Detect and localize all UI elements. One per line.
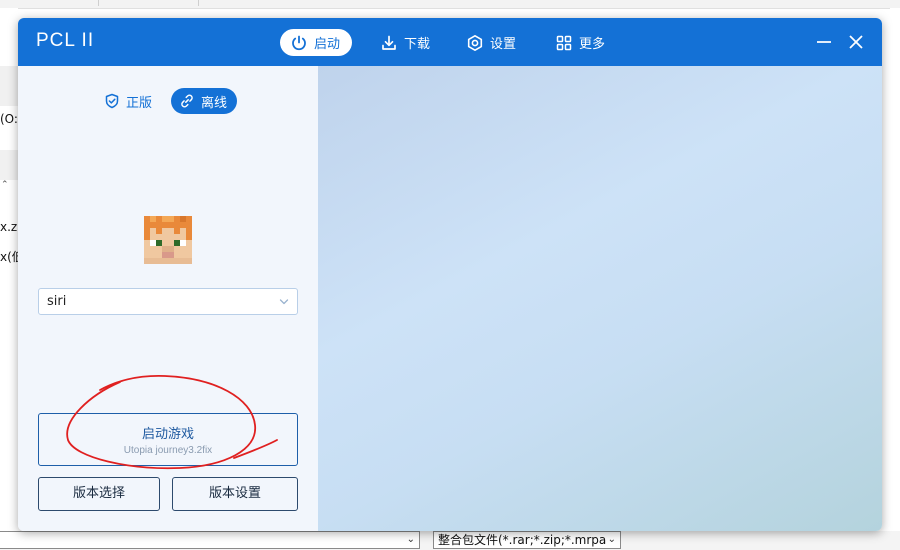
close-icon	[849, 35, 863, 49]
selected-version-label: Utopia journey3.2fix	[123, 445, 213, 456]
login-mode-offline[interactable]: 离线	[171, 88, 238, 114]
launch-panel: 正版 离线 siri 启动游戏 Utopia journey3.2fix 版本选…	[18, 66, 318, 531]
close-button[interactable]	[846, 32, 866, 52]
launch-game-label: 启动游戏	[141, 427, 194, 442]
background-drive-label: (O:	[0, 112, 18, 126]
link-icon	[179, 93, 195, 109]
grid-icon	[555, 34, 573, 52]
chevron-down-icon: ⌄	[605, 532, 616, 548]
background-file-fragment: x.zi	[0, 220, 18, 234]
nav-tab-more[interactable]: 更多	[545, 29, 617, 56]
login-mode-online[interactable]: 正版	[96, 88, 162, 114]
background-window-sidebar	[0, 8, 18, 550]
login-mode-label: 离线	[201, 95, 228, 111]
nav-tab-label: 启动	[314, 37, 341, 52]
background-window-toolbar	[0, 0, 900, 9]
background-file-fragment: x(低	[0, 250, 18, 264]
power-icon	[290, 34, 308, 52]
chevron-down-icon	[278, 290, 290, 314]
nav-tab-download[interactable]: 下载	[370, 29, 442, 56]
background-filetype-combo[interactable]: 整合包文件(*.rar;*.zip;*.mrpac ⌄	[433, 531, 621, 549]
background-toolbar-segment	[0, 0, 99, 6]
app-title: PCL II	[36, 30, 95, 51]
version-select-button[interactable]: 版本选择	[38, 477, 160, 511]
title-bar[interactable]: PCL II 启动 下载 设置 更多	[18, 18, 882, 66]
username-value: siri	[47, 294, 67, 309]
download-icon	[380, 34, 398, 52]
player-avatar	[144, 216, 192, 264]
nav-tab-label: 更多	[579, 37, 606, 52]
content-area-background	[318, 66, 882, 531]
background-toolbar-segment	[98, 0, 199, 6]
background-caret-icon: ⌃	[1, 180, 9, 190]
nav-tab-launch[interactable]: 启动	[280, 29, 353, 56]
background-filetype-value: 整合包文件(*.rar;*.zip;*.mrpac	[438, 533, 613, 547]
background-sidebar-strip	[0, 150, 18, 180]
shield-icon	[104, 93, 120, 109]
launch-game-button[interactable]: 启动游戏 Utopia journey3.2fix	[38, 413, 298, 466]
launcher-window: PCL II 启动 下载 设置 更多 正版 离线 siri 启动游戏 Utopi…	[18, 18, 882, 531]
background-sidebar-strip	[0, 66, 18, 106]
nav-tab-label: 设置	[490, 37, 517, 52]
minimize-icon	[817, 41, 831, 43]
background-filename-combo[interactable]: ⌄	[0, 531, 420, 549]
nav-tab-label: 下载	[404, 37, 431, 52]
login-mode-label: 正版	[126, 95, 153, 111]
version-settings-button[interactable]: 版本设置	[172, 477, 298, 511]
username-select[interactable]: siri	[38, 288, 298, 315]
chevron-down-icon: ⌄	[406, 534, 415, 545]
settings-icon	[466, 34, 484, 52]
background-file-dialog-bar: ⌄ 整合包文件(*.rar;*.zip;*.mrpac ⌄	[0, 531, 900, 550]
background-window-right-edge	[890, 8, 900, 531]
minimize-button[interactable]	[814, 32, 834, 52]
nav-tab-settings[interactable]: 设置	[456, 29, 528, 56]
